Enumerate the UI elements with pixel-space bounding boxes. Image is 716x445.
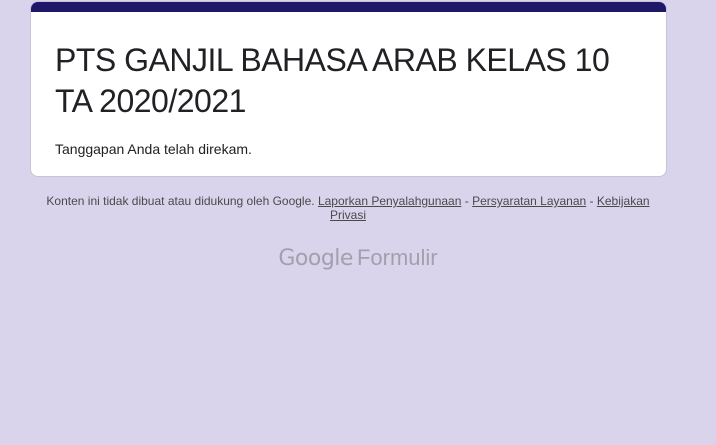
report-abuse-link[interactable]: Laporkan Penyalahgunaan <box>318 194 461 208</box>
form-title: PTS GANJIL BAHASA ARAB KELAS 10 TA 2020/… <box>55 42 610 119</box>
forms-wordmark: Formulir <box>356 245 438 270</box>
footer: Konten ini tidak dibuat atau didukung ol… <box>40 194 656 222</box>
terms-of-service-link[interactable]: Persyaratan Layanan <box>472 194 586 208</box>
confirmation-message: Tanggapan Anda telah direkam. <box>55 141 252 157</box>
footer-separator: - <box>464 194 469 208</box>
footer-disclaimer: Konten ini tidak dibuat atau didukung ol… <box>46 194 315 208</box>
footer-separator: - <box>589 194 594 208</box>
google-forms-logo[interactable]: Google Formulir <box>0 245 716 271</box>
response-card: PTS GANJIL BAHASA ARAB KELAS 10 TA 2020/… <box>30 1 667 177</box>
card-accent-bar <box>31 2 666 12</box>
google-wordmark: Google <box>278 246 353 271</box>
